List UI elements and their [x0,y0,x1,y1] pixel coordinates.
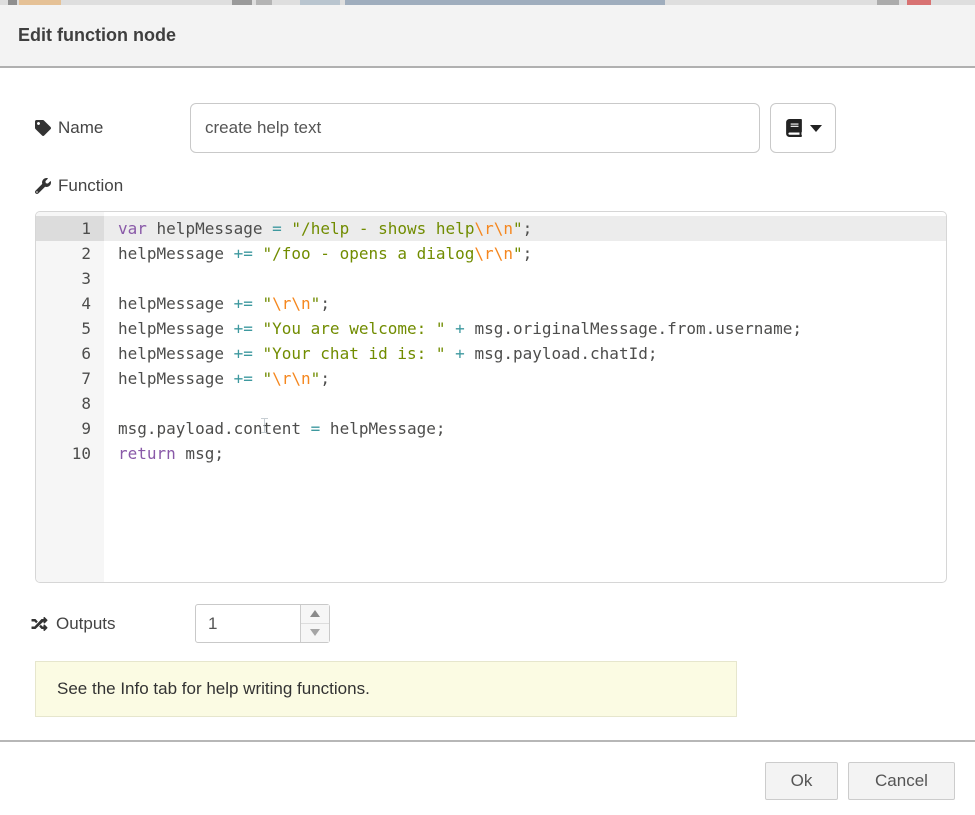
name-label: Name [35,103,103,153]
line-number: 8 [36,391,104,416]
line-code [104,391,946,416]
line-code: helpMessage += "/foo - opens a dialog\r\… [104,241,946,266]
dialog-header: Edit function node [0,5,975,68]
line-code: var helpMessage = "/help - shows help\r\… [104,216,946,241]
wrench-icon [35,178,51,194]
line-code: return msg; [104,441,946,466]
book-icon [785,119,803,137]
shuffle-icon [30,616,49,632]
form-tip-text: See the Info tab for help writing functi… [57,679,370,699]
edit-function-node-dialog: Edit function node Name Function 1var he… [0,0,975,815]
spinner-buttons [300,605,329,642]
ok-button[interactable]: Ok [765,762,838,800]
line-number: 3 [36,266,104,291]
code-line[interactable]: 3 [36,266,946,291]
line-number: 6 [36,341,104,366]
code-line[interactable]: 8 [36,391,946,416]
line-number: 2 [36,241,104,266]
caret-down-icon [810,125,822,132]
line-code: msg.payload.content = helpMessage; [104,416,946,441]
spinner-up-button[interactable] [301,605,329,624]
code-line[interactable]: 10return msg; [36,441,946,466]
code-line[interactable]: 9msg.payload.content = helpMessage; [36,416,946,441]
code-line[interactable]: 1var helpMessage = "/help - shows help\r… [36,216,946,241]
line-number: 10 [36,441,104,466]
tag-icon [35,120,51,136]
function-code-editor[interactable]: 1var helpMessage = "/help - shows help\r… [35,211,947,583]
line-number: 4 [36,291,104,316]
ibeam-cursor [260,418,269,433]
name-input[interactable] [190,103,760,153]
outputs-label: Outputs [30,604,116,643]
editor-code-lines: 1var helpMessage = "/help - shows help\r… [36,216,946,466]
code-line[interactable]: 6helpMessage += "Your chat id is: " + ms… [36,341,946,366]
line-code: helpMessage += "Your chat id is: " + msg… [104,341,946,366]
line-code: helpMessage += "\r\n"; [104,366,946,391]
line-code: helpMessage += "You are welcome: " + msg… [104,316,946,341]
code-line[interactable]: 7helpMessage += "\r\n"; [36,366,946,391]
line-number: 5 [36,316,104,341]
line-code: helpMessage += "\r\n"; [104,291,946,316]
line-number: 7 [36,366,104,391]
code-line[interactable]: 2helpMessage += "/foo - opens a dialog\r… [36,241,946,266]
dialog-title: Edit function node [18,5,176,66]
form-tip: See the Info tab for help writing functi… [35,661,737,717]
outputs-input[interactable] [196,605,300,642]
library-button[interactable] [770,103,836,153]
outputs-label-text: Outputs [56,614,116,634]
line-number: 9 [36,416,104,441]
function-label: Function [35,171,123,201]
footer-divider [0,740,975,742]
outputs-spinner [195,604,330,643]
spinner-down-button[interactable] [301,624,329,643]
name-label-text: Name [58,118,103,138]
function-label-text: Function [58,176,123,196]
code-line[interactable]: 5helpMessage += "You are welcome: " + ms… [36,316,946,341]
line-code [104,266,946,291]
line-number: 1 [36,216,104,241]
arrow-up-icon [310,610,320,617]
cancel-button[interactable]: Cancel [848,762,955,800]
code-line[interactable]: 4helpMessage += "\r\n"; [36,291,946,316]
arrow-down-icon [310,629,320,636]
